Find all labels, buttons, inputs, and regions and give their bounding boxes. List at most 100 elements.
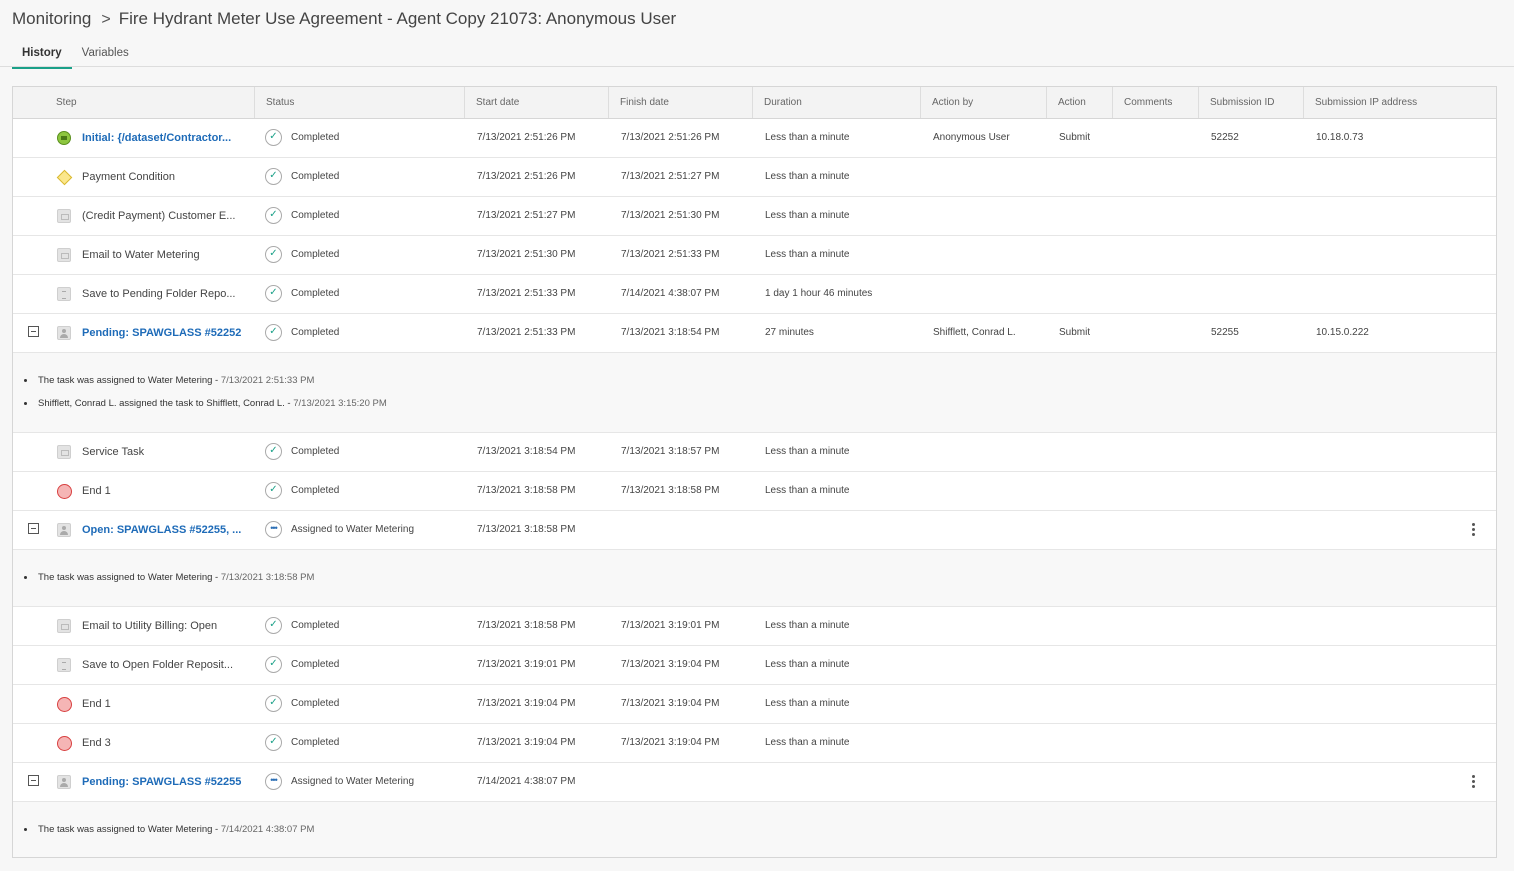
finish-date: 7/13/2021 2:51:26 PM (621, 132, 720, 143)
status-text: Completed (291, 698, 340, 709)
document-task-icon (57, 658, 71, 672)
email-task-icon (57, 248, 71, 262)
collapse-toggle-icon[interactable] (28, 326, 39, 337)
table-row[interactable]: Pending: SPAWGLASS #52252 ✓ Completed 7/13/… (13, 314, 1496, 353)
start-date: 7/13/2021 3:18:58 PM (477, 485, 576, 496)
kebab-menu-icon[interactable] (1472, 523, 1476, 537)
user-task-icon (57, 775, 71, 789)
table-row[interactable]: End 3 ✓ Completed 7/13/2021 3:19:04 PM 7/13/… (13, 724, 1496, 763)
collapse-toggle-icon[interactable] (28, 523, 39, 534)
check-icon: ✓ (265, 656, 282, 673)
step-name: Save to Open Folder Reposit... (82, 659, 234, 671)
step-name: End 3 (82, 737, 111, 749)
assignment-log: The task was assigned to Water Metering … (13, 818, 1496, 841)
log-timestamp: 7/14/2021 4:38:07 PM (220, 824, 315, 835)
step-name[interactable]: Pending: SPAWGLASS #52255 (82, 763, 242, 801)
status-text: Completed (291, 485, 340, 496)
column-header-action[interactable]: Action (1047, 87, 1113, 118)
column-header-action-by[interactable]: Action by (921, 87, 1047, 118)
step-name[interactable]: Open: SPAWGLASS #52255, ... (82, 511, 242, 549)
step-name: Email to Water Metering (82, 249, 200, 261)
start-date: 7/14/2021 4:38:07 PM (477, 776, 576, 787)
column-header-start-date[interactable]: Start date (465, 87, 609, 118)
email-task-icon (57, 209, 71, 223)
action-by: Anonymous User (933, 132, 1010, 143)
finish-date: 7/14/2021 4:38:07 PM (621, 288, 720, 299)
log-entry: The task was assigned to Water Metering … (24, 818, 1496, 841)
email-task-icon (57, 445, 71, 459)
start-event-icon (57, 131, 71, 145)
check-icon: ✓ (265, 734, 282, 751)
finish-date: 7/13/2021 3:19:04 PM (621, 659, 720, 670)
column-header-submission-id[interactable]: Submission ID (1199, 87, 1304, 118)
status-text: Completed (291, 288, 340, 299)
status-text: Completed (291, 737, 340, 748)
column-header-step[interactable]: Step (45, 87, 255, 118)
start-date: 7/13/2021 2:51:33 PM (477, 288, 576, 299)
table-row[interactable]: Initial: {/dataset/Contractor... ✓ Complet… (13, 119, 1496, 158)
assignment-log: The task was assigned to Water Metering … (13, 566, 1496, 589)
table-row[interactable]: Pending: SPAWGLASS #52255 ••• Assigned to … (13, 763, 1496, 802)
kebab-menu-icon[interactable] (1472, 775, 1476, 789)
log-text: Shifflett, Conrad L. assigned the task t… (38, 398, 294, 409)
step-name[interactable]: Pending: SPAWGLASS #52252 (82, 314, 242, 352)
table-row[interactable]: Email to Water Metering ✓ Completed 7/13/20… (13, 236, 1496, 275)
table-row[interactable]: End 1 ✓ Completed 7/13/2021 3:19:04 PM 7/13/… (13, 685, 1496, 724)
duration: Less than a minute (765, 171, 850, 182)
start-date: 7/13/2021 3:19:04 PM (477, 737, 576, 748)
column-header-comments[interactable]: Comments (1113, 87, 1199, 118)
table-row[interactable]: Service Task ✓ Completed 7/13/2021 3:18:54 … (13, 433, 1496, 472)
finish-date: 7/13/2021 3:18:54 PM (621, 327, 720, 338)
tab-variables[interactable]: Variables (72, 44, 139, 66)
user-task-icon (57, 326, 71, 340)
duration: Less than a minute (765, 737, 850, 748)
collapse-toggle-icon[interactable] (28, 775, 39, 786)
grid-header: Step Status Start date Finish date Durat… (13, 87, 1496, 119)
column-header-duration[interactable]: Duration (753, 87, 921, 118)
row-details: The task was assigned to Water Metering … (13, 802, 1496, 857)
table-row[interactable]: Email to Utility Billing: Open ✓ Completed… (13, 607, 1496, 646)
table-row[interactable]: (Credit Payment) Customer E... ✓ Completed… (13, 197, 1496, 236)
column-header-submission-ip[interactable]: Submission IP address (1304, 87, 1496, 118)
end-event-icon (57, 736, 72, 751)
check-icon: ✓ (265, 695, 282, 712)
document-task-icon (57, 287, 71, 301)
start-date: 7/13/2021 3:18:58 PM (477, 620, 576, 631)
row-details: The task was assigned to Water Metering … (13, 550, 1496, 607)
column-header-finish-date[interactable]: Finish date (609, 87, 753, 118)
page-header: Monitoring > Fire Hydrant Meter Use Agreem… (0, 0, 1514, 44)
tab-bar: History Variables (12, 44, 139, 69)
status-text: Completed (291, 327, 340, 338)
table-row[interactable]: End 1 ✓ Completed 7/13/2021 3:18:58 PM 7/13/… (13, 472, 1496, 511)
step-name[interactable]: Initial: {/dataset/Contractor... (82, 119, 242, 157)
status-text: Completed (291, 446, 340, 457)
table-row[interactable]: Open: SPAWGLASS #52255, ... ••• Assigned t… (13, 511, 1496, 550)
submission-id: 52255 (1211, 327, 1239, 338)
table-row[interactable]: Save to Pending Folder Repo... ✓ Completed… (13, 275, 1496, 314)
email-task-icon (57, 619, 71, 633)
end-event-icon (57, 484, 72, 499)
status-text: Completed (291, 659, 340, 670)
breadcrumb-root[interactable]: Monitoring (12, 9, 91, 28)
finish-date: 7/13/2021 3:18:57 PM (621, 446, 720, 457)
duration: 1 day 1 hour 46 minutes (765, 288, 873, 299)
finish-date: 7/13/2021 2:51:33 PM (621, 249, 720, 260)
start-date: 7/13/2021 3:18:54 PM (477, 446, 576, 457)
check-icon: ✓ (265, 482, 282, 499)
table-row[interactable]: Save to Open Folder Reposit... ✓ Completed… (13, 646, 1496, 685)
finish-date: 7/13/2021 3:19:04 PM (621, 737, 720, 748)
start-date: 7/13/2021 2:51:26 PM (477, 171, 576, 182)
page-title: Fire Hydrant Meter Use Agreement - Agent… (118, 9, 677, 28)
table-row[interactable]: Payment Condition ✓ Completed 7/13/2021 2:5… (13, 158, 1496, 197)
step-name: Email to Utility Billing: Open (82, 620, 218, 632)
log-text: The task was assigned to Water Metering … (38, 572, 221, 583)
start-date: 7/13/2021 2:51:30 PM (477, 249, 576, 260)
assignment-log: The task was assigned to Water Metering … (13, 369, 1496, 415)
duration: Less than a minute (765, 659, 850, 670)
finish-date: 7/13/2021 3:19:01 PM (621, 620, 720, 631)
breadcrumb: Monitoring > Fire Hydrant Meter Use Agreem… (12, 9, 676, 29)
step-name: End 1 (82, 485, 111, 497)
log-text: The task was assigned to Water Metering … (38, 375, 221, 386)
duration: Less than a minute (765, 446, 850, 457)
column-header-status[interactable]: Status (255, 87, 465, 118)
